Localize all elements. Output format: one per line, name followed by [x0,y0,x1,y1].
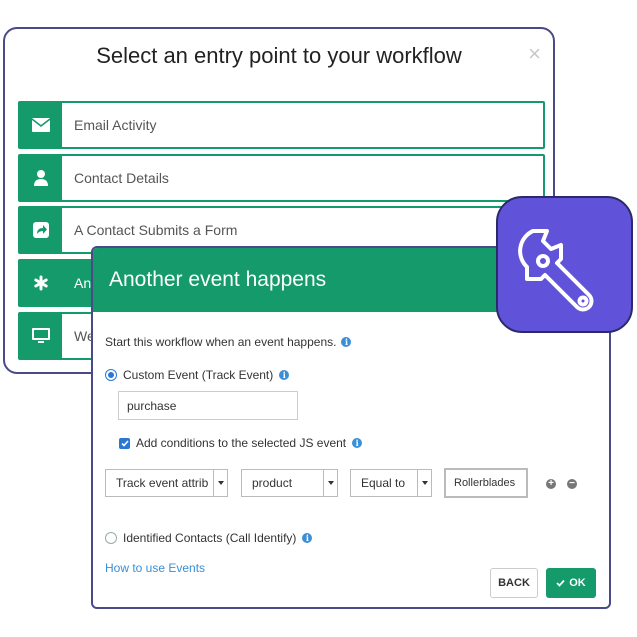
entry-label: Contact Details [74,170,169,186]
intro-label: Start this workflow when an event happen… [105,335,337,349]
check-icon [556,579,565,587]
custom-event-radio[interactable] [105,369,117,381]
ok-button[interactable]: OK [546,568,596,598]
chevron-down-icon [417,470,431,496]
identified-contacts-radio[interactable] [105,532,117,544]
add-condition-icon[interactable]: + [546,479,556,489]
help-link[interactable]: How to use Events [105,561,205,575]
entry-label: Email Activity [74,117,157,133]
close-icon[interactable]: × [528,43,541,65]
chevron-down-icon [323,470,337,496]
dialog-title: Select an entry point to your workflow [96,43,462,68]
entry-contact-details[interactable]: Contact Details [18,154,545,202]
ok-label: OK [569,577,586,589]
property-select-value: product [252,476,293,490]
chevron-down-icon [213,470,227,496]
entry-label: We [74,328,95,344]
identified-contacts-label: Identified Contacts (Call Identify) [123,531,297,545]
operator-select-value: Equal to [361,476,406,490]
add-conditions-option[interactable]: Add conditions to the selected JS event … [119,436,363,450]
intro-text: Start this workflow when an event happen… [105,335,352,349]
monitor-icon [20,314,62,358]
envelope-icon [20,103,62,147]
asterisk-icon [20,261,62,305]
event-name-input[interactable] [118,391,298,420]
back-button[interactable]: BACK [490,568,538,598]
custom-event-option[interactable]: Custom Event (Track Event) i [105,368,290,382]
share-arrow-icon [20,208,62,252]
entry-email-activity[interactable]: Email Activity [18,101,545,149]
attribute-select[interactable]: Track event attrib [105,469,228,497]
wrench-badge [496,196,633,333]
attribute-select-value: Track event attrib [116,476,209,490]
property-select[interactable]: product [241,469,338,497]
entry-label: An [74,275,92,291]
add-conditions-label: Add conditions to the selected JS event [136,436,347,450]
wrench-icon [517,228,593,311]
person-icon [20,156,62,200]
add-conditions-checkbox[interactable] [119,437,130,449]
info-icon[interactable]: i [352,438,363,448]
info-icon[interactable]: i [279,370,290,380]
info-icon[interactable]: i [341,337,352,347]
custom-event-label: Custom Event (Track Event) [123,368,274,382]
dialog-title: Another event happens [109,268,327,291]
remove-condition-icon[interactable]: − [567,479,577,489]
identified-contacts-option[interactable]: Identified Contacts (Call Identify) i [105,531,313,545]
condition-value-input[interactable]: Rollerblades [444,468,528,498]
operator-select[interactable]: Equal to [350,469,432,497]
info-icon[interactable]: i [302,533,313,543]
